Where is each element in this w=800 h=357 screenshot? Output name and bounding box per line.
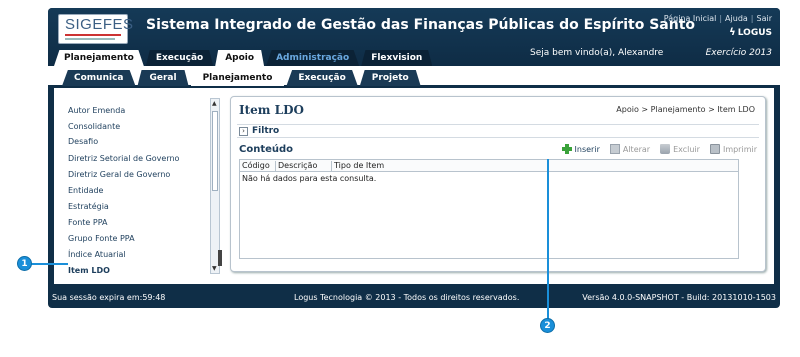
content-area: Autor Emenda Consolidante Desafio Diretr… bbox=[54, 88, 774, 284]
main-tabs: Planejamento Execução Apoio Administraçã… bbox=[54, 50, 433, 66]
logo-text: SIGEFES bbox=[65, 16, 134, 33]
subtab-comunica[interactable]: Comunica bbox=[62, 70, 136, 86]
column-header-tipo-item[interactable]: Tipo de Item bbox=[332, 161, 738, 171]
content-title: Conteúdo bbox=[239, 144, 294, 155]
toolbar: Inserir Alterar Excluir Imprimir bbox=[561, 144, 757, 154]
logus-bolt-icon: ϟ bbox=[729, 27, 736, 38]
tab-execucao[interactable]: Execução bbox=[145, 50, 214, 66]
plus-icon bbox=[561, 144, 572, 154]
filter-bar[interactable]: › Filtro bbox=[237, 124, 759, 138]
sidebar-item-diretriz-setorial[interactable]: Diretriz Setorial de Governo bbox=[68, 154, 179, 163]
help-link[interactable]: Ajuda bbox=[725, 14, 748, 23]
app-header: SIGEFES Sistema Integrado de Gestão das … bbox=[48, 8, 780, 70]
edit-icon bbox=[609, 144, 620, 154]
sidebar-item-autor-emenda[interactable]: Autor Emenda bbox=[68, 106, 125, 115]
column-header-codigo[interactable]: Código bbox=[240, 161, 276, 171]
logo-decoration bbox=[65, 38, 115, 40]
tab-flexvision[interactable]: Flexvision bbox=[361, 50, 433, 66]
subtab-projeto[interactable]: Projeto bbox=[359, 70, 421, 86]
logus-brand: ϟ LOGUS bbox=[729, 27, 772, 38]
sigefes-logo[interactable]: SIGEFES bbox=[58, 14, 133, 44]
sidebar-item-item-ldo[interactable]: Item LDO bbox=[68, 266, 110, 275]
sidebar-item-desafio[interactable]: Desafio bbox=[68, 137, 98, 146]
sidebar-item-consolidante[interactable]: Consolidante bbox=[68, 122, 120, 131]
edit-label: Alterar bbox=[622, 144, 651, 154]
sidebar-item-entidade[interactable]: Entidade bbox=[68, 186, 103, 195]
main-panel: Item LDO Apoio > Planejamento > Item LDO… bbox=[230, 96, 766, 272]
sidebar-item-diretriz-geral[interactable]: Diretriz Geral de Governo bbox=[68, 170, 170, 179]
sidebar-collapse-handle[interactable] bbox=[218, 250, 222, 266]
sub-tabs: Comunica Geral Planejamento Execução Pro… bbox=[62, 70, 421, 86]
welcome-message: Seja bem vindo(a), Alexandre bbox=[530, 48, 664, 58]
results-table: Código Descrição Tipo de Item Não há dad… bbox=[239, 159, 739, 259]
column-header-descricao[interactable]: Descrição bbox=[276, 161, 332, 171]
edit-button[interactable]: Alterar bbox=[609, 144, 651, 154]
version-text: Versão 4.0.0-SNAPSHOT - Build: 20131010-… bbox=[582, 293, 776, 302]
link-separator: | bbox=[719, 14, 723, 23]
status-bar: Sua sessão expira em:59:48 Logus Tecnolo… bbox=[48, 288, 780, 308]
copyright-text: Logus Tecnologia © 2013 - Todos os direi… bbox=[294, 293, 520, 302]
breadcrumb: Apoio > Planejamento > Item LDO bbox=[616, 105, 755, 114]
subtab-execucao[interactable]: Execução bbox=[286, 70, 358, 86]
sidebar-item-estrategia[interactable]: Estratégia bbox=[68, 202, 109, 211]
sidebar-item-grupo-fonte-ppa[interactable]: Grupo Fonte PPA bbox=[68, 234, 135, 243]
brand-text: LOGUS bbox=[737, 28, 772, 38]
filter-expand-icon[interactable]: › bbox=[239, 127, 248, 136]
tab-planejamento[interactable]: Planejamento bbox=[54, 50, 144, 66]
empty-message: Não há dados para esta consulta. bbox=[242, 174, 377, 183]
sidebar-menu: Autor Emenda Consolidante Desafio Diretr… bbox=[60, 94, 220, 278]
insert-label: Inserir bbox=[574, 144, 600, 154]
app-title: Sistema Integrado de Gestão das Finanças… bbox=[146, 17, 696, 33]
logout-link[interactable]: Sair bbox=[757, 14, 773, 23]
insert-button[interactable]: Inserir bbox=[561, 144, 600, 154]
session-timer: Sua sessão expira em:59:48 bbox=[52, 293, 166, 302]
tab-apoio[interactable]: Apoio bbox=[215, 50, 265, 66]
table-header: Código Descrição Tipo de Item bbox=[240, 160, 738, 172]
delete-label: Excluir bbox=[673, 144, 700, 154]
callout-1-line bbox=[31, 263, 68, 265]
tab-administracao[interactable]: Administração bbox=[266, 50, 360, 66]
subtab-geral[interactable]: Geral bbox=[137, 70, 189, 86]
scroll-down-icon[interactable]: ▼ bbox=[212, 265, 217, 272]
sidebar-item-indice-atuarial[interactable]: Índice Atuarial bbox=[68, 250, 126, 259]
print-button[interactable]: Imprimir bbox=[709, 144, 757, 154]
top-links: Página Inicial | Ajuda | Sair bbox=[664, 14, 772, 23]
sidebar-scrollbar[interactable]: ▲ ▼ bbox=[210, 98, 220, 274]
scrollbar-thumb[interactable] bbox=[212, 111, 218, 191]
callout-2-line bbox=[547, 159, 549, 319]
scroll-up-icon[interactable]: ▲ bbox=[212, 100, 217, 107]
home-link[interactable]: Página Inicial bbox=[664, 14, 717, 23]
filter-label[interactable]: Filtro bbox=[252, 126, 279, 136]
trash-icon bbox=[660, 144, 671, 154]
printer-icon bbox=[709, 144, 720, 154]
logo-decoration bbox=[65, 34, 121, 36]
callout-2-badge: 2 bbox=[540, 318, 555, 333]
link-separator: | bbox=[750, 14, 754, 23]
app-window: SIGEFES Sistema Integrado de Gestão das … bbox=[48, 8, 780, 308]
delete-button[interactable]: Excluir bbox=[660, 144, 700, 154]
callout-1-badge: 1 bbox=[17, 256, 32, 271]
page-title: Item LDO bbox=[239, 103, 304, 117]
exercise-year: Exercício 2013 bbox=[705, 48, 772, 58]
print-label: Imprimir bbox=[722, 144, 757, 154]
subtab-planejamento[interactable]: Planejamento bbox=[190, 70, 285, 86]
sidebar-item-fonte-ppa[interactable]: Fonte PPA bbox=[68, 218, 108, 227]
